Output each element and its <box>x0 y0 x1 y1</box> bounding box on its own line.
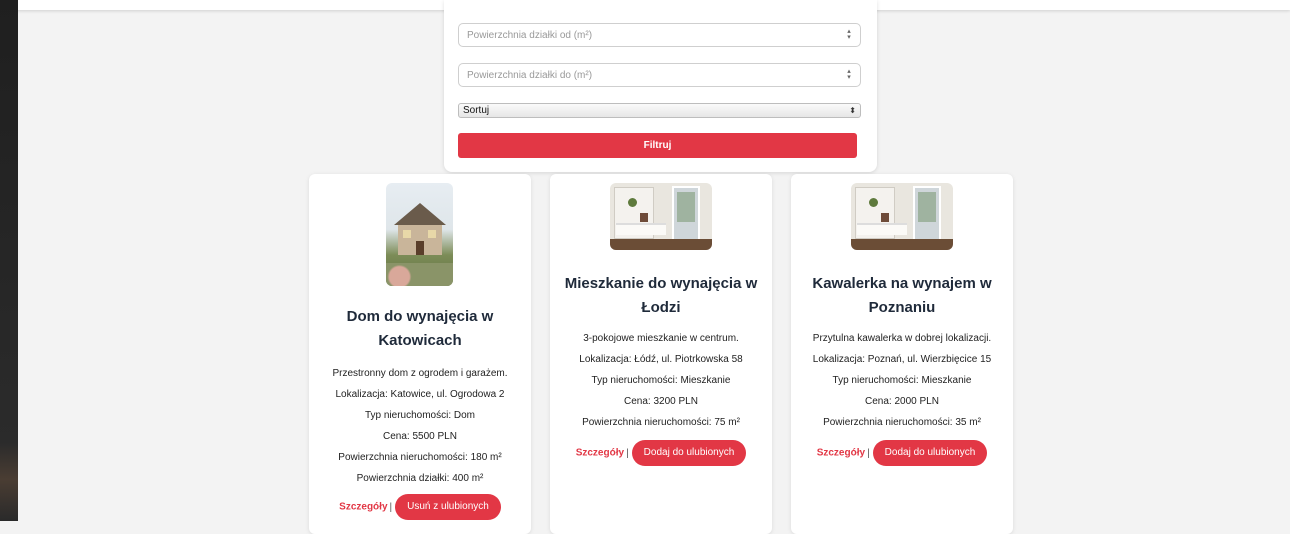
plot-area-from-field[interactable]: ▴▾ <box>458 23 861 47</box>
listing-description: Przestronny dom z ogrodem i garażem. <box>332 368 508 379</box>
listing-price: Cena: 3200 PLN <box>624 396 698 407</box>
listing-type: Typ nieruchomości: Dom <box>364 410 476 421</box>
filter-button[interactable]: Filtruj <box>458 133 857 158</box>
listing-photo[interactable] <box>851 183 953 250</box>
separator: | <box>389 501 393 513</box>
listing-info: Przestronny dom z ogrodem i garażem. Lok… <box>314 363 526 489</box>
sort-select[interactable]: Sortuj ⬍ <box>458 103 861 118</box>
listing-plot-area: Powierzchnia działki: 400 m² <box>356 473 484 484</box>
listing-actions: Szczegóły | Usuń z ulubionych <box>309 494 531 520</box>
listing-card: Dom do wynajęcia w Katowicach Przestronn… <box>309 174 531 534</box>
add-favorite-button[interactable]: Dodaj do ulubionych <box>872 440 988 466</box>
listing-description: Przytulna kawalerka w dobrej lokalizacji… <box>812 333 992 344</box>
listing-price: Cena: 2000 PLN <box>865 396 939 407</box>
listing-type: Typ nieruchomości: Mieszkanie <box>591 375 731 386</box>
listing-info: Przytulna kawalerka w dobrej lokalizacji… <box>796 328 1008 433</box>
select-arrows-icon: ⬍ <box>849 106 856 115</box>
listing-title: Kawalerka na wynajem w Poznaniu <box>812 275 992 316</box>
plot-area-from-input[interactable] <box>459 24 845 46</box>
listing-price: Cena: 5500 PLN <box>383 431 457 442</box>
listing-title: Dom do wynajęcia w Katowicach <box>346 308 494 349</box>
separator: | <box>626 447 629 459</box>
listing-photo[interactable] <box>386 183 453 286</box>
plot-area-to-field[interactable]: ▴▾ <box>458 63 861 87</box>
add-favorite-button[interactable]: Dodaj do ulubionych <box>631 440 747 466</box>
listing-area: Powierzchnia nieruchomości: 180 m² <box>338 452 502 463</box>
spinner-icon[interactable]: ▴ ▾ <box>845 28 853 41</box>
side-window-strip <box>0 0 18 521</box>
listing-type: Typ nieruchomości: Mieszkanie <box>832 375 972 386</box>
details-link[interactable]: Szczegóły <box>576 448 624 459</box>
listing-card: Mieszkanie do wynajęcia w Łodzi 3-pokojo… <box>550 174 772 534</box>
remove-favorite-button[interactable]: Usuń z ulubionych <box>395 494 501 520</box>
listing-area: Powierzchnia nieruchomości: 75 m² <box>582 417 740 428</box>
listing-location: Lokalizacja: Katowice, ul. Ogrodowa 2 <box>335 389 505 400</box>
spinner-icon[interactable]: ▴ ▾ <box>845 68 853 81</box>
listing-location: Lokalizacja: Łódź, ul. Piotrkowska 58 <box>579 354 743 365</box>
sort-select-label: Sortuj <box>463 105 490 116</box>
details-link[interactable]: Szczegóły <box>817 448 865 459</box>
separator: | <box>867 447 870 459</box>
listing-description: 3-pokojowe mieszkanie w centrum. <box>583 333 739 344</box>
details-link[interactable]: Szczegóły <box>339 502 387 513</box>
listing-actions: Szczegóły | Dodaj do ulubionych <box>550 440 772 466</box>
plot-area-to-input[interactable] <box>459 64 845 86</box>
listing-actions: Szczegóły | Dodaj do ulubionych <box>791 440 1013 466</box>
listing-info: 3-pokojowe mieszkanie w centrum. Lokaliz… <box>555 328 767 433</box>
listing-location: Lokalizacja: Poznań, ul. Wierzbięcice 15 <box>812 354 992 365</box>
listing-area: Powierzchnia nieruchomości: 35 m² <box>823 417 981 428</box>
listing-photo[interactable] <box>610 183 712 250</box>
filter-panel: ▴▾ ▴▾ Sortuj ⬍ Filtruj <box>444 0 877 172</box>
listing-title: Mieszkanie do wynajęcia w Łodzi <box>564 275 758 316</box>
listing-card: Kawalerka na wynajem w Poznaniu Przytuln… <box>791 174 1013 534</box>
